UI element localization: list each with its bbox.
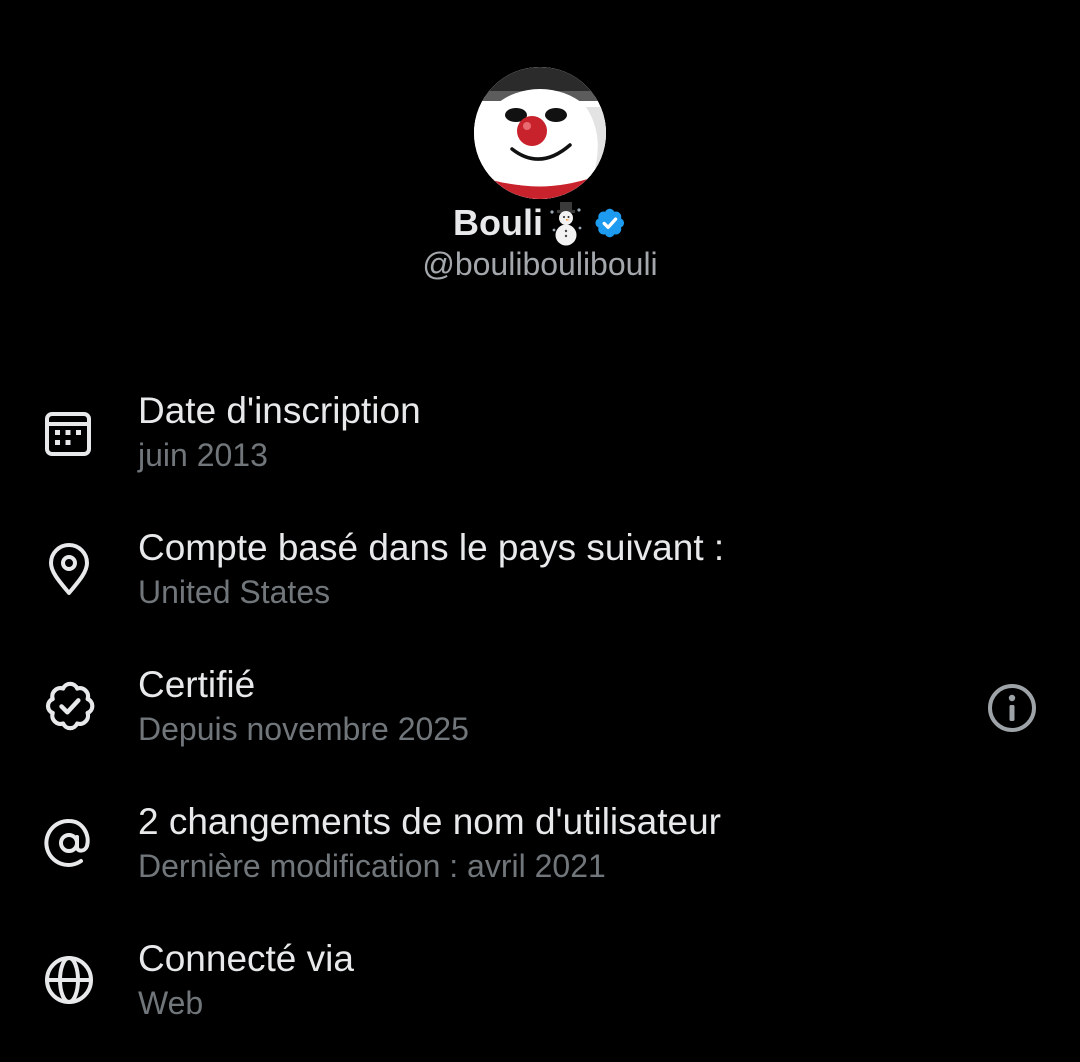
joined-date-row: Date d'inscription juin 2013: [0, 390, 1080, 490]
verified-outline-icon: [41, 678, 97, 734]
username-changes-row: 2 changements de nom d'utilisateur Derni…: [0, 801, 1080, 901]
row-subtitle: Web: [138, 985, 204, 1021]
info-icon[interactable]: [984, 680, 1040, 736]
user-handle: @bouliboulibouli: [422, 246, 658, 282]
display-name: Bouli: [453, 202, 543, 243]
globe-icon: [41, 952, 97, 1008]
row-subtitle: United States: [138, 574, 331, 610]
snowman-avatar-image: [474, 67, 606, 199]
row-subtitle: juin 2013: [138, 437, 268, 473]
location-pin-icon: [41, 541, 97, 597]
profile-name-row: Bouli: [0, 198, 1080, 248]
calendar-icon: [41, 404, 97, 460]
row-title: Certifié: [138, 664, 256, 705]
verified-badge-icon[interactable]: [591, 205, 627, 241]
row-subtitle: Dernière modification : avril 2021: [138, 848, 606, 884]
row-title: 2 changements de nom d'utilisateur: [138, 801, 721, 842]
row-title: Date d'inscription: [138, 390, 421, 431]
verified-since-row: Certifié Depuis novembre 2025: [0, 664, 1080, 764]
row-title: Compte basé dans le pays suivant :: [138, 527, 725, 568]
row-subtitle: Depuis novembre 2025: [138, 711, 469, 747]
connected-via-row: Connecté via Web: [0, 938, 1080, 1038]
at-sign-icon: [41, 815, 97, 871]
account-country-row: Compte basé dans le pays suivant : Unite…: [0, 527, 1080, 627]
avatar[interactable]: [474, 67, 606, 199]
snowman-emoji-icon: [549, 200, 583, 246]
row-title: Connecté via: [138, 938, 354, 979]
